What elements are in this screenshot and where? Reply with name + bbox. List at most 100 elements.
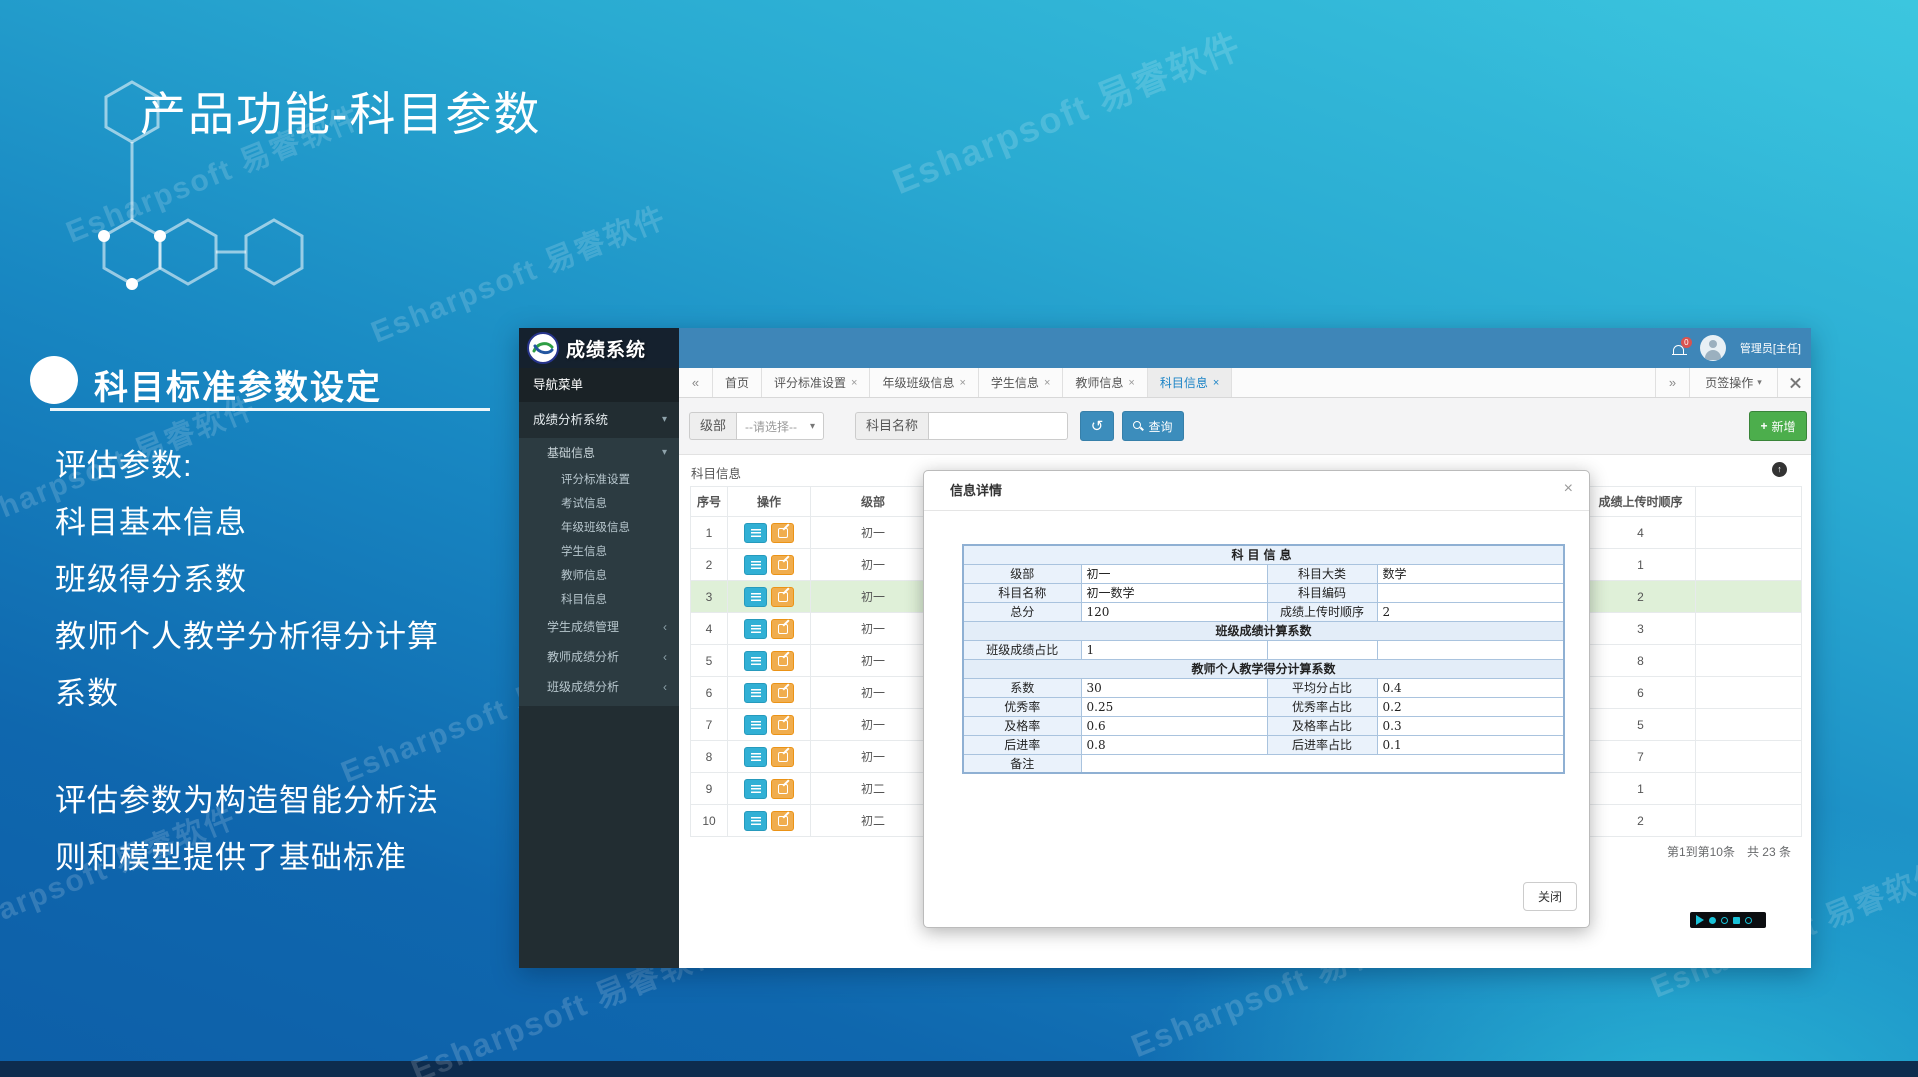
field-value: 120 <box>1081 602 1267 621</box>
view-button[interactable] <box>744 779 767 799</box>
view-button[interactable] <box>744 747 767 767</box>
cell-extra <box>1696 517 1802 549</box>
column-header-actions: 操作 <box>728 487 811 517</box>
cell-order: 6 <box>1586 677 1696 709</box>
detail-row: 系数 30 平均分占比 0.4 <box>963 678 1564 697</box>
detail-section-row: 班级成绩计算系数 <box>963 621 1564 640</box>
tab-subject-info[interactable]: 科目信息 × <box>1148 368 1232 397</box>
edit-button[interactable] <box>771 747 794 767</box>
tab-student-info[interactable]: 学生信息 × <box>979 368 1063 397</box>
close-icon[interactable]: × <box>1564 481 1573 497</box>
bell-icon[interactable]: 0 <box>1672 342 1686 355</box>
sidebar-item-teacher-score-analysis[interactable]: 教师成绩分析 ‹ <box>519 642 679 672</box>
cell-no: 7 <box>691 709 728 741</box>
subject-name-label: 科目名称 <box>855 412 928 440</box>
sidebar-item-grade-class-info[interactable]: 年级班级信息 <box>519 516 679 540</box>
field-label: 优秀率 <box>963 697 1081 716</box>
field-label: 科目名称 <box>963 583 1081 602</box>
logo-dot-icon <box>1709 917 1716 924</box>
avatar[interactable] <box>1700 335 1726 361</box>
tabs-scroll-left-icon[interactable]: « <box>679 368 713 397</box>
edit-button[interactable] <box>771 779 794 799</box>
cell-no: 1 <box>691 517 728 549</box>
detail-remark-row: 备注 <box>963 754 1564 773</box>
subject-name-input[interactable] <box>928 412 1068 440</box>
view-button[interactable] <box>744 683 767 703</box>
edit-button[interactable] <box>771 651 794 671</box>
detail-row: 优秀率 0.25 优秀率占比 0.2 <box>963 697 1564 716</box>
search-button-label: 查询 <box>1148 418 1172 435</box>
field-value <box>1377 640 1564 659</box>
refresh-button[interactable]: ↺ <box>1080 411 1114 441</box>
sidebar-item-exam-info[interactable]: 考试信息 <box>519 492 679 516</box>
modal-close-button[interactable]: 关闭 <box>1523 882 1577 911</box>
sidebar-item-student-info[interactable]: 学生信息 <box>519 540 679 564</box>
close-icon[interactable]: × <box>851 377 857 389</box>
edit-icon <box>778 816 788 826</box>
tab-grade-class-info[interactable]: 年级班级信息 × <box>870 368 978 397</box>
sidebar-item-student-score-mgmt[interactable]: 学生成绩管理 ‹ <box>519 612 679 642</box>
grade-select[interactable]: --请选择-- ▾ <box>736 412 824 440</box>
view-button[interactable] <box>744 715 767 735</box>
sidebar-item-basic-info[interactable]: 基础信息 ▾ <box>519 438 679 468</box>
collapse-up-icon[interactable]: ↑ <box>1772 462 1787 477</box>
edit-button[interactable] <box>771 619 794 639</box>
app-header: 成绩系统 0 管理员[主任] <box>519 328 1811 368</box>
logo-square-icon <box>1733 917 1740 924</box>
bottom-strip <box>0 1061 1918 1077</box>
close-icon[interactable]: × <box>1044 377 1050 389</box>
edit-button[interactable] <box>771 715 794 735</box>
tab-teacher-info[interactable]: 教师信息 × <box>1063 368 1147 397</box>
field-value: 30 <box>1081 678 1267 697</box>
header-right: 0 管理员[主任] <box>1672 328 1801 368</box>
field-value: 2 <box>1377 602 1564 621</box>
view-button[interactable] <box>744 555 767 575</box>
tab-score-standard[interactable]: 评分标准设置 × <box>762 368 870 397</box>
edit-button[interactable] <box>771 683 794 703</box>
cell-grade: 初二 <box>811 773 936 805</box>
edit-button[interactable] <box>771 523 794 543</box>
cell-grade: 初一 <box>811 741 936 773</box>
search-button[interactable]: 查询 <box>1122 411 1184 441</box>
body-text: 评估参数为构造智能分析法 <box>55 775 439 820</box>
section-heading: 科目标准参数设定 <box>94 360 382 409</box>
search-icon <box>1133 421 1143 431</box>
close-icon[interactable]: × <box>1128 377 1134 389</box>
edit-button[interactable] <box>771 555 794 575</box>
sidebar-item-class-score-analysis[interactable]: 班级成绩分析 ‹ <box>519 672 679 702</box>
view-button[interactable] <box>744 811 767 831</box>
sidebar-root-label: 成绩分析系统 <box>533 413 608 427</box>
add-button[interactable]: + 新增 <box>1749 411 1807 441</box>
app-window: 成绩系统 0 管理员[主任] 导航菜单 成绩分析系统 ▾ 基础信息 ▾ <box>519 328 1811 968</box>
view-button[interactable] <box>744 651 767 671</box>
tab-label: 科目信息 <box>1160 374 1208 391</box>
close-icon[interactable]: × <box>1213 377 1219 389</box>
cell-order: 7 <box>1586 741 1696 773</box>
sidebar-item-score-analysis-system[interactable]: 成绩分析系统 ▾ <box>519 402 679 438</box>
tab-bar: « 首页 评分标准设置 × 年级班级信息 × 学生信息 × 教师信息 <box>679 368 1811 398</box>
cell-order: 1 <box>1586 773 1696 805</box>
tab-home[interactable]: 首页 <box>713 368 762 397</box>
subject-detail-table: 科目信息 级部 初一 科目大类 数学 科目名称 初一数学 科目编码 总分 120 <box>962 544 1565 774</box>
field-label: 科目编码 <box>1267 583 1377 602</box>
fullscreen-icon[interactable] <box>1777 368 1811 397</box>
tabs-scroll-right-icon[interactable]: » <box>1655 368 1689 397</box>
view-button[interactable] <box>744 619 767 639</box>
current-user: 管理员[主任] <box>1740 340 1801 356</box>
view-button[interactable] <box>744 587 767 607</box>
view-button[interactable] <box>744 523 767 543</box>
cell-actions <box>728 741 811 773</box>
sidebar-item-score-standard[interactable]: 评分标准设置 <box>519 468 679 492</box>
edit-icon <box>778 656 788 666</box>
edit-button[interactable] <box>771 587 794 607</box>
sidebar-item-teacher-info[interactable]: 教师信息 <box>519 564 679 588</box>
section-header: 教师个人教学得分计算系数 <box>963 659 1564 678</box>
edit-button[interactable] <box>771 811 794 831</box>
field-label: 平均分占比 <box>1267 678 1377 697</box>
tab-operations-menu[interactable]: 页签操作 ▾ <box>1689 368 1777 397</box>
list-icon <box>751 657 761 665</box>
sidebar-item-subject-info[interactable]: 科目信息 <box>519 588 679 612</box>
detail-row: 后进率 0.8 后进率占比 0.1 <box>963 735 1564 754</box>
cell-order: 5 <box>1586 709 1696 741</box>
close-icon[interactable]: × <box>959 377 965 389</box>
